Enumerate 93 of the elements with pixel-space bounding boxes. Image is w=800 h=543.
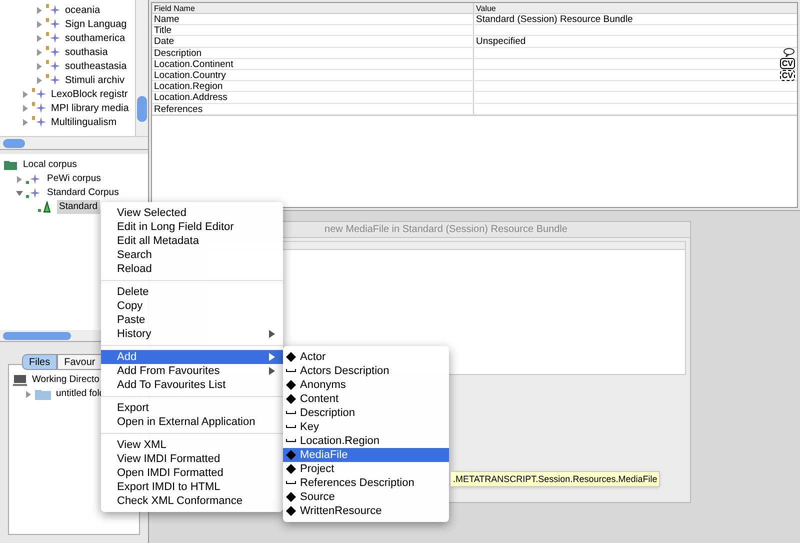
tree-item[interactable]: Working Directo (30, 372, 102, 388)
tree-item[interactable]: oceania (65, 2, 100, 18)
corpus-node-icon (46, 46, 62, 58)
menu-item[interactable]: Project (283, 462, 449, 476)
menu-item[interactable]: Open in External Application (101, 415, 283, 429)
tree-item[interactable]: Standard Corpus (45, 186, 121, 200)
menu-item[interactable]: Add To Favourites List (101, 378, 283, 392)
corpus-node-icon (26, 187, 42, 199)
corpus-node-icon (46, 32, 62, 44)
menu-item[interactable]: Content (283, 392, 449, 406)
tree-item[interactable]: PeWi corpus (45, 172, 103, 186)
folder-icon (4, 160, 18, 170)
column-header[interactable]: Value (474, 3, 797, 13)
collapsed-triangle-icon[interactable] (36, 20, 43, 28)
corpus-node-icon (46, 4, 62, 16)
window-title: new MediaFile in Standard (Session) Resource Bundle (324, 223, 568, 237)
menu-item[interactable]: Actors Description (283, 364, 449, 378)
tree-item[interactable]: Standard (57, 200, 100, 214)
menu-item[interactable]: View IMDI Formatted (101, 452, 283, 466)
tree-item[interactable]: southeastasia (65, 58, 127, 74)
menu-item[interactable]: Reload (101, 262, 283, 276)
vertical-scrollbar[interactable] (135, 0, 148, 136)
menu-item[interactable]: Actor (283, 350, 449, 364)
menu-item[interactable]: History (101, 327, 283, 341)
menu-item[interactable]: Edit in Long Field Editor (101, 220, 283, 234)
table-cell: Location.Continent (152, 58, 474, 69)
tree-item[interactable]: southasia (65, 44, 108, 60)
corpus-node-icon (46, 60, 62, 72)
menu-item[interactable]: Location.Region (283, 434, 449, 448)
tab[interactable]: Favour (57, 354, 102, 370)
table-cell: Date (152, 36, 474, 47)
tree-item[interactable]: LexoBlock registr (51, 86, 128, 102)
menu-item[interactable]: References Description (283, 476, 449, 490)
collapsed-triangle-icon[interactable] (22, 90, 29, 98)
menu-item[interactable]: Check XML Conformance (101, 494, 283, 508)
collapsed-triangle-icon[interactable] (36, 76, 43, 84)
corpus-node-icon (26, 173, 42, 185)
collapsed-triangle-icon[interactable] (22, 104, 29, 112)
collapsed-triangle-icon[interactable] (16, 176, 23, 182)
menu-item[interactable]: Open IMDI Formatted (101, 466, 283, 480)
horizontal-scrollbar[interactable] (0, 136, 148, 149)
corpus-node-icon (32, 116, 48, 128)
menu-item[interactable]: Export IMDI to HTML (101, 480, 283, 494)
table-cell: Name (152, 14, 474, 24)
menu-item[interactable]: WrittenResource (283, 504, 449, 518)
menu-item[interactable]: Copy (101, 299, 283, 313)
tree-item[interactable]: Multilingualism (51, 114, 117, 130)
tree-item[interactable]: Stimuli archiv (65, 72, 124, 88)
menu-item[interactable]: Source (283, 490, 449, 504)
menu-item[interactable]: Key (283, 420, 449, 434)
table-cell-text: Standard (Session) Resource Bundle (475, 14, 634, 25)
collapsed-triangle-icon[interactable] (25, 390, 32, 398)
tree-item[interactable]: Sign Languag (65, 16, 127, 32)
folder-icon (35, 388, 51, 400)
menu-item[interactable]: Search (101, 248, 283, 262)
menu-item[interactable]: Description (283, 406, 449, 420)
collapsed-triangle-icon[interactable] (22, 118, 29, 126)
table-cell: References (152, 104, 474, 114)
menu-item[interactable]: Add (101, 350, 283, 364)
menu-item[interactable]: Delete (101, 285, 283, 299)
menu-item[interactable]: Anonyms (283, 378, 449, 392)
table-cell: Description (152, 48, 474, 58)
vocabulary-badge[interactable]: CV (780, 58, 795, 70)
corpus-node-icon (46, 74, 62, 86)
tab[interactable]: Files (22, 354, 58, 370)
table-cell: Location.Country (152, 70, 474, 80)
column-header[interactable]: Field Name (152, 3, 474, 13)
speech-bubble-icon[interactable] (783, 48, 795, 58)
table-cell: Location.Address (152, 92, 474, 102)
collapsed-triangle-icon[interactable] (36, 62, 43, 70)
computer-icon (13, 374, 27, 386)
corpus-node-icon (32, 88, 48, 100)
menu-item[interactable]: Edit all Metadata (101, 234, 283, 248)
collapsed-triangle-icon[interactable] (36, 6, 43, 14)
menu-item[interactable]: View XML (101, 438, 283, 452)
expanded-triangle-icon[interactable] (16, 190, 23, 196)
table-cell: Title (152, 25, 474, 36)
menu-item[interactable]: Paste (101, 313, 283, 327)
tree-item[interactable]: southamerica (65, 30, 126, 46)
menu-item[interactable]: View Selected (101, 206, 283, 220)
menu-item[interactable]: Export (101, 401, 283, 415)
collapsed-triangle-icon[interactable] (36, 48, 43, 56)
collapsed-triangle-icon[interactable] (36, 34, 43, 42)
tree-item[interactable]: Local corpus (21, 158, 79, 172)
corpus-node-icon (46, 18, 62, 30)
menu-item[interactable]: Add From Favourites (101, 364, 283, 378)
menu-item[interactable]: MediaFile (283, 448, 449, 462)
table-cell: Location.Region (152, 81, 474, 92)
tree-item[interactable]: MPI library media (51, 100, 129, 116)
table-cell-text: Unspecified (475, 36, 527, 47)
tooltip: .METATRANSCRIPT.Session.Resources.MediaFile (450, 471, 660, 487)
corpus-node-icon (32, 102, 48, 114)
vocabulary-badge[interactable]: CV (780, 70, 795, 81)
